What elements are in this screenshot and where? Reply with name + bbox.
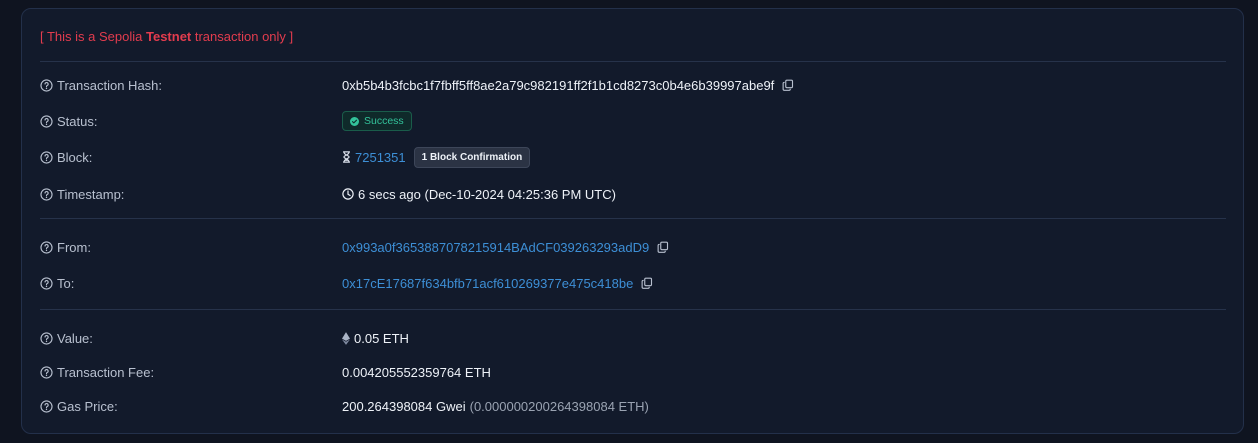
transaction-hash-value: 0xb5b4b3fcbc1f7fbff5ff8ae2a79c982191ff2f… <box>342 77 775 93</box>
timestamp-value: 6 secs ago (Dec-10-2024 04:25:36 PM UTC) <box>358 186 616 202</box>
notice-suffix: transaction only ] <box>191 29 294 44</box>
from-label: From: <box>57 239 91 255</box>
row-to: To: 0x17cE17687f634bfb71acf610269377e475… <box>40 273 1226 293</box>
question-circle-icon[interactable] <box>40 150 53 164</box>
row-from: From: 0x993a0f3653887078215914BAdCF03926… <box>40 237 1226 257</box>
status-badge: Success <box>342 111 412 131</box>
row-value: Value: 0.05 ETH <box>40 328 1226 348</box>
divider <box>40 218 1226 219</box>
copy-icon[interactable] <box>657 241 669 253</box>
ethereum-icon <box>342 331 350 345</box>
divider <box>40 61 1226 62</box>
block-label: Block: <box>57 149 93 165</box>
timestamp-label: Timestamp: <box>57 186 125 202</box>
row-status: Status: Success <box>40 111 1226 131</box>
question-circle-icon[interactable] <box>40 399 53 413</box>
question-circle-icon[interactable] <box>40 276 53 290</box>
question-circle-icon[interactable] <box>40 187 53 201</box>
from-address-link[interactable]: 0x993a0f3653887078215914BAdCF039263293ad… <box>342 240 649 255</box>
to-address-link[interactable]: 0x17cE17687f634bfb71acf610269377e475c418… <box>342 276 633 291</box>
row-transaction-fee: Transaction Fee: 0.004205552359764 ETH <box>40 362 1226 382</box>
row-transaction-hash: Transaction Hash: 0xb5b4b3fcbc1f7fbff5ff… <box>40 75 1226 95</box>
transaction-details-card: [ This is a Sepolia Testnet transaction … <box>21 8 1244 434</box>
row-timestamp: Timestamp: 6 secs ago (Dec-10-2024 04:25… <box>40 184 1226 204</box>
gas-price-label: Gas Price: <box>57 398 118 414</box>
question-circle-icon[interactable] <box>40 365 53 379</box>
block-number-link[interactable]: 7251351 <box>355 150 406 165</box>
gas-price-eth-value: (0.000000200264398084 ETH) <box>469 398 649 414</box>
value-label: Value: <box>57 330 93 346</box>
copy-icon[interactable] <box>782 79 794 91</box>
testnet-notice: [ This is a Sepolia Testnet transaction … <box>40 29 293 44</box>
question-circle-icon[interactable] <box>40 114 53 128</box>
transaction-fee-value: 0.004205552359764 ETH <box>342 364 491 380</box>
clock-icon <box>342 188 354 200</box>
question-circle-icon[interactable] <box>40 78 53 92</box>
copy-icon[interactable] <box>641 277 653 289</box>
divider <box>40 309 1226 310</box>
check-circle-icon <box>350 116 359 126</box>
hourglass-icon <box>343 151 350 163</box>
question-circle-icon[interactable] <box>40 240 53 254</box>
notice-prefix: [ This is a Sepolia <box>40 29 146 44</box>
transaction-hash-label: Transaction Hash: <box>57 77 163 93</box>
row-block: Block: 7251351 1 Block Confirmation <box>40 146 1226 168</box>
value-amount: 0.05 ETH <box>354 330 409 346</box>
status-label: Status: <box>57 113 98 129</box>
row-gas-price: Gas Price: 200.264398084 Gwei (0.0000002… <box>40 396 1226 416</box>
question-circle-icon[interactable] <box>40 331 53 345</box>
transaction-fee-label: Transaction Fee: <box>57 364 155 380</box>
notice-emphasis: Testnet <box>145 29 192 44</box>
to-label: To: <box>57 275 75 291</box>
status-text: Success <box>364 115 404 127</box>
gas-price-value: 200.264398084 Gwei <box>342 398 466 414</box>
block-confirmation-badge: 1 Block Confirmation <box>413 146 531 168</box>
